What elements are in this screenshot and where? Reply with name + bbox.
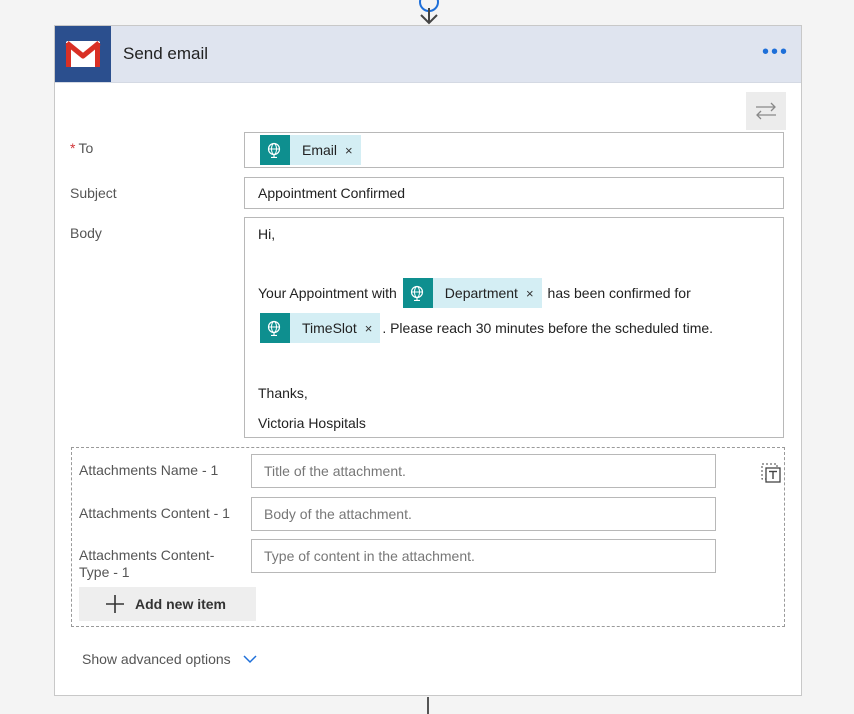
token-label: Department [444,285,518,301]
body-closing: Thanks, [258,385,308,401]
subject-value: Appointment Confirmed [258,185,406,201]
action-title: Send email [123,44,209,63]
body-text: Your Appointment with [258,285,397,301]
add-new-item-button[interactable]: Add new item [79,587,256,621]
attachments-name-input[interactable] [251,454,716,488]
attachments-array: Attachments Name - 1 Attachments Content… [71,447,785,627]
body-line-2: TimeSlot × . Please reach 30 minutes bef… [260,313,713,343]
department-token[interactable]: Department × [402,278,542,308]
dynamic-content-icon [402,278,433,308]
more-options-button[interactable]: ••• [762,42,789,62]
send-email-action-card: Send email ••• * To Email × Subject Appoi… [54,25,802,696]
body-field[interactable]: Hi, Your Appointment with Department × h… [244,217,784,438]
subject-label: Subject [70,185,117,201]
subject-field[interactable]: Appointment Confirmed [244,177,784,209]
remove-token-button[interactable]: × [345,143,361,158]
timeslot-token[interactable]: TimeSlot × [260,313,381,343]
body-line-1: Your Appointment with Department × has b… [258,278,691,308]
body-text: has been confirmed for [547,285,691,301]
body-text: . Please reach 30 minutes before the sch… [382,320,714,336]
show-advanced-options-label: Show advanced options [82,651,231,667]
switch-input-mode-button[interactable] [746,92,786,130]
swap-arrows-icon [756,102,776,120]
gmail-icon [55,26,111,82]
attachments-name-label: Attachments Name - 1 [79,462,219,478]
attachments-content-label: Attachments Content - 1 [79,505,230,521]
chevron-down-icon [243,654,257,663]
remove-token-button[interactable]: × [526,286,542,301]
required-mark: * [70,140,76,156]
email-token[interactable]: Email × [260,135,361,165]
attachments-content-type-input[interactable] [251,539,716,573]
attachments-content-input[interactable] [251,497,716,531]
body-greeting: Hi, [258,226,276,242]
more-icon: ••• [761,41,789,63]
body-label: Body [70,225,102,241]
to-label: * To [70,140,94,156]
body-signature: Victoria Hospitals [258,415,366,431]
attachments-content-type-label: Attachments Content-Type - 1 [79,547,215,580]
flow-connector-arrow-icon [419,0,439,25]
flow-connector-line [427,697,429,714]
to-field[interactable]: Email × [244,132,784,168]
token-label: Email [302,142,338,158]
dynamic-content-icon [260,313,290,343]
dynamic-content-icon [260,135,290,165]
plus-icon [106,595,124,613]
token-label: TimeSlot [302,320,357,336]
remove-token-button[interactable]: × [365,321,381,336]
show-advanced-options-button[interactable]: Show advanced options [82,651,257,667]
add-new-item-label: Add new item [135,596,227,612]
delete-item-icon[interactable] [760,462,782,484]
action-header[interactable]: Send email ••• [55,26,801,83]
